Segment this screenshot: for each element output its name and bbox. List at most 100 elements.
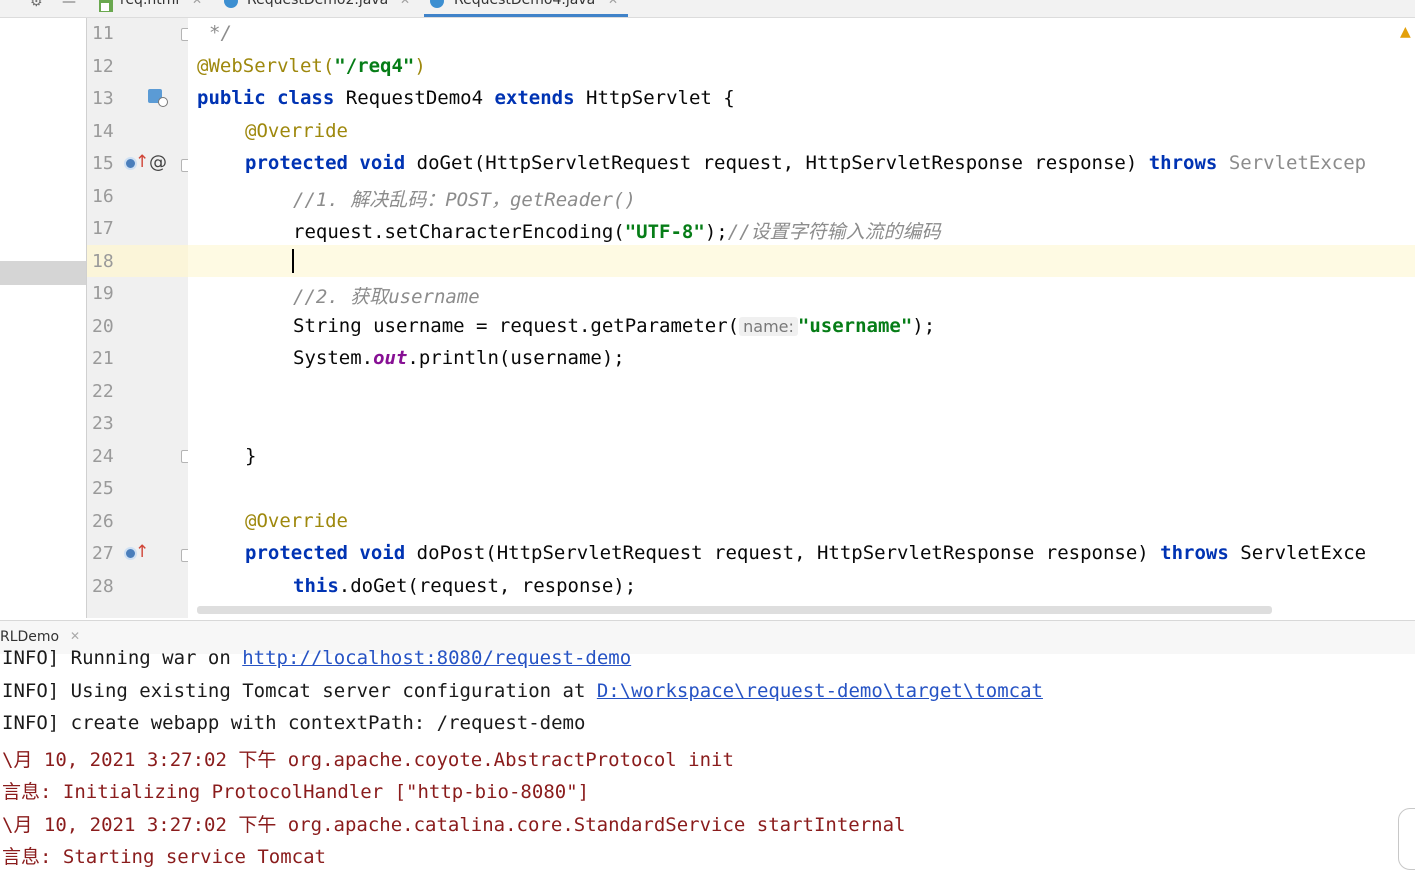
code-token: protected (245, 542, 348, 564)
code-token: "UTF-8" (624, 221, 705, 243)
settings-icon[interactable]: ⚙ (30, 0, 43, 10)
console-line: \月 10, 2021 3:27:02 下午 org.apache.catali… (2, 814, 906, 836)
code-token: ); (704, 221, 728, 243)
code-line-20: String username = request.getParameter(n… (293, 315, 935, 337)
code-token: System. (293, 347, 374, 369)
code-token: throws (1160, 542, 1229, 564)
code-token: ServletExce (1240, 542, 1367, 564)
web-servlet-icon (158, 97, 168, 107)
tab-close-icon[interactable]: ✕ (608, 0, 618, 7)
tab-req-html[interactable]: req.html ✕ (96, 0, 208, 17)
code-token: doGet(HttpServletRequest request, HttpSe… (416, 152, 1138, 174)
line-number: 15 (92, 153, 114, 174)
console-scroll-widget[interactable] (1398, 808, 1415, 870)
code-line-14: @Override (245, 120, 348, 142)
line-number: 21 (92, 348, 114, 369)
line-number: 23 (92, 413, 114, 434)
code-token: protected (245, 152, 348, 174)
code-line-16: //1. 解决乱码：POST，getReader() (293, 189, 636, 211)
console-line: 言息: Starting service Tomcat (2, 846, 326, 868)
line-number: 28 (92, 576, 114, 597)
horizontal-scrollbar[interactable] (197, 606, 1272, 614)
code-line-13: public class RequestDemo4 extends HttpSe… (197, 87, 735, 109)
line-number: 19 (92, 283, 114, 304)
tab-label: RequestDemo2.java (247, 0, 389, 8)
code-line-28: this.doGet(request, response); (293, 575, 636, 597)
warning-icon[interactable]: ▲ (1400, 24, 1411, 40)
line-number: 17 (92, 218, 114, 239)
text-cursor (292, 249, 294, 273)
line-number: 25 (92, 478, 114, 499)
code-line-11: */ (209, 22, 232, 44)
project-panel-edge (0, 18, 87, 618)
arrow-up-icon[interactable]: ↑ (135, 152, 149, 172)
tab-close-icon[interactable]: ✕ (192, 0, 202, 7)
code-token: //设置字符输入流的编码 (727, 221, 941, 243)
code-line-26: @Override (245, 510, 348, 532)
code-token: this (293, 575, 339, 597)
code-line-12: @WebServlet("/req4") (197, 55, 426, 77)
run-tab-label[interactable]: RLDemo (0, 629, 59, 645)
console-line: \月 10, 2021 3:27:02 下午 org.apache.coyote… (2, 749, 734, 771)
console-link[interactable]: D:\workspace\request-demo\target\tomcat (597, 680, 1043, 702)
code-token: ) (414, 55, 426, 77)
code-token: out (373, 347, 408, 369)
code-token: .doGet(request, response); (338, 575, 637, 597)
code-line-19: //2. 获取username (293, 286, 480, 308)
code-token: String username = request.getParameter( (293, 315, 740, 337)
code-token: class (277, 87, 335, 109)
line-number: 16 (92, 186, 114, 207)
java-class-icon (430, 0, 444, 8)
code-line-27: protected void doPost(HttpServletRequest… (245, 542, 1366, 564)
code-token: extends (494, 87, 575, 109)
line-number: 14 (92, 121, 114, 142)
line-number: 22 (92, 381, 114, 402)
console-line: INFO] Running war on http://localhost:80… (2, 647, 631, 669)
code-token: HttpServlet { (586, 87, 735, 109)
parameter-hint: name: (739, 317, 798, 336)
code-token: request.setCharacterEncoding( (293, 221, 625, 243)
java-class-icon (224, 0, 238, 8)
console-line: INFO] create webapp with contextPath: /r… (2, 712, 586, 734)
code-token: "username" (797, 315, 913, 337)
tab-label: RequestDemo4.java (454, 0, 596, 8)
line-number: 24 (92, 446, 114, 467)
tab-requestdemo4[interactable]: RequestDemo4.java ✕ (424, 0, 628, 17)
line-number: 20 (92, 316, 114, 337)
code-token: void (359, 152, 406, 174)
selected-row-highlight (0, 261, 86, 285)
code-token: RequestDemo4 (345, 87, 484, 109)
line-number: 13 (92, 88, 114, 109)
console-link[interactable]: http://localhost:8080/request-demo (242, 647, 631, 669)
console-line: INFO] Using existing Tomcat server confi… (2, 680, 1043, 702)
line-number: 18 (92, 251, 114, 272)
code-token: ServletExcep (1228, 152, 1367, 174)
tab-close-icon[interactable]: ✕ (70, 629, 80, 643)
tab-label: req.html (120, 0, 180, 8)
code-token: doPost(HttpServletRequest request, HttpS… (416, 542, 1149, 564)
line-number: 27 (92, 543, 114, 564)
line-number: 11 (92, 23, 114, 44)
line-number: 12 (92, 56, 114, 77)
tab-requestdemo2[interactable]: RequestDemo2.java ✕ (220, 0, 416, 17)
console-text: INFO] Running war on (2, 647, 243, 669)
console-text: INFO] Using existing Tomcat server confi… (2, 680, 597, 702)
code-token: ); (912, 315, 936, 337)
arrow-up-icon[interactable]: ↑ (135, 542, 149, 562)
code-token: @WebServlet( (197, 55, 335, 77)
current-line-highlight (188, 245, 1415, 277)
code-line-15: protected void doGet(HttpServletRequest … (245, 152, 1366, 174)
active-tab-indicator (424, 14, 628, 17)
code-line-21: System.out.println(username); (293, 347, 625, 369)
editor-tab-bar: ⚙ — req.html ✕ RequestDemo2.java ✕ Reque… (0, 0, 1415, 18)
html-file-icon (99, 0, 113, 12)
code-token: "/req4" (334, 55, 415, 77)
tab-close-icon[interactable]: ✕ (400, 0, 410, 7)
code-token: void (359, 542, 406, 564)
console-line: 言息: Initializing ProtocolHandler ["http-… (2, 781, 590, 803)
code-token: throws (1148, 152, 1218, 174)
annotation-icon[interactable]: @ (149, 152, 167, 173)
line-number: 26 (92, 511, 114, 532)
code-line-24: } (245, 445, 257, 467)
minimize-icon[interactable]: — (62, 0, 76, 10)
